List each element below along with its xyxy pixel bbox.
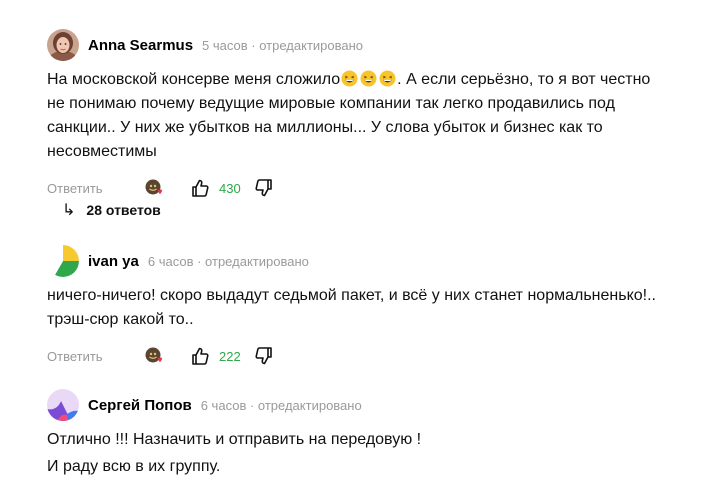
reply-button[interactable]: Ответить (47, 181, 144, 196)
comment-header: ivan ya 6 часов · отредактировано (47, 244, 697, 278)
laughing-emoji-icon (341, 70, 358, 87)
comment-text: На московской консерве меня сложило. А е… (47, 68, 667, 164)
comment-text-part: На московской консерве меня сложило (47, 71, 341, 88)
comment-header: Сергей Попов 6 часов · отредактировано (47, 388, 697, 422)
comment-meta: 5 часов · отредактировано (202, 37, 364, 53)
replies-count-label: 28 ответов (86, 202, 161, 218)
author-name[interactable]: ivan ya (88, 253, 139, 270)
avatar[interactable] (47, 389, 79, 421)
author-name[interactable]: Anna Searmus (88, 37, 193, 54)
avatar[interactable] (47, 29, 79, 61)
comment-meta: 6 часов · отредактировано (147, 253, 309, 269)
comment-header: Anna Searmus 5 часов · отредактировано (47, 28, 697, 62)
thumbs-up-icon[interactable] (190, 346, 210, 366)
comment-anna: Anna Searmus 5 часов · отредактировано Н… (47, 28, 697, 200)
comment-actions: Ответить 430 (47, 176, 697, 200)
comment-meta: 6 часов · отредактировано (200, 397, 362, 413)
reaction-emoji-icon[interactable] (144, 178, 164, 198)
show-replies-link[interactable]: ↳ 28 ответов (62, 200, 161, 220)
avatar[interactable] (47, 245, 79, 277)
thumbs-down-icon[interactable] (254, 346, 274, 366)
like-count: 222 (219, 348, 241, 364)
comment-sergey: Сергей Попов 6 часов · отредактировано О… (47, 388, 697, 479)
thumbs-up-icon[interactable] (190, 178, 210, 198)
laughing-emoji-icon (360, 70, 377, 87)
comment-paragraph: Отлично !!! Назначить и отправить на пер… (47, 431, 422, 448)
laughing-emoji-icon (379, 70, 396, 87)
comment-actions: Ответить 222 (47, 344, 697, 368)
thumbs-down-icon[interactable] (254, 178, 274, 198)
comment-paragraph: И раду всю в их группу. (47, 458, 221, 475)
comment-ivan: ivan ya 6 часов · отредактировано ничего… (47, 244, 697, 368)
author-name[interactable]: Сергей Попов (88, 397, 192, 414)
comment-text: Отлично !!! Назначить и отправить на пер… (47, 428, 667, 479)
reply-button[interactable]: Ответить (47, 349, 144, 364)
comment-text: ничего-ничего! скоро выдадут седьмой пак… (47, 287, 656, 328)
like-count: 430 (219, 180, 241, 196)
reaction-emoji-icon[interactable] (144, 346, 164, 366)
reply-arrow-icon: ↳ (62, 202, 76, 219)
